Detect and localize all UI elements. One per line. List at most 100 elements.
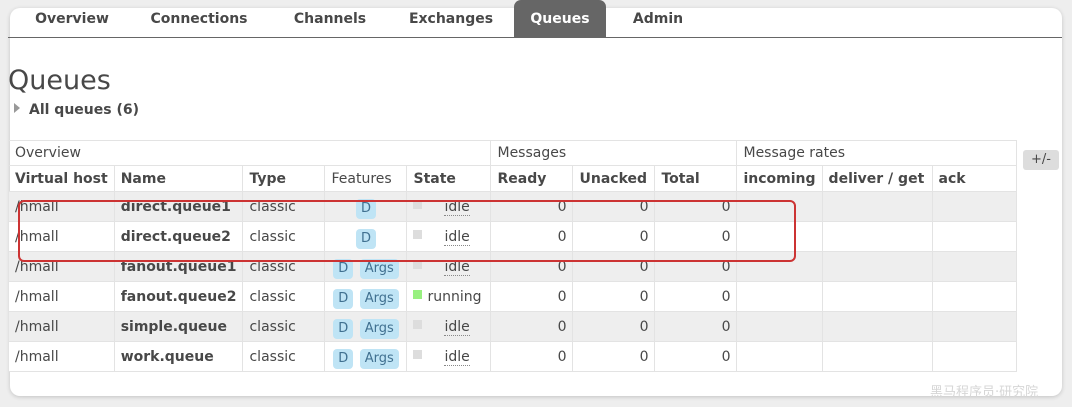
args-badge: Args — [359, 259, 399, 279]
vhost-cell: /hmall — [8, 191, 115, 222]
col-ack[interactable]: ack — [931, 165, 1017, 192]
unacked-cell: 0 — [572, 251, 656, 282]
expand-triangle-icon — [14, 103, 20, 113]
durable-badge: D — [333, 289, 354, 309]
unacked-cell: 0 — [572, 311, 656, 342]
queue-name-link[interactable]: work.queue — [113, 341, 244, 372]
state-cell: idle — [406, 251, 492, 282]
args-badge: Args — [359, 349, 399, 369]
args-badge: Args — [359, 289, 399, 309]
state-indicator-icon — [413, 199, 423, 209]
state-label: running — [427, 288, 482, 305]
group-overview: Overview — [7, 140, 492, 166]
ready-cell: 0 — [490, 281, 574, 312]
features-cell: D Args — [324, 251, 408, 282]
total-cell: 0 — [654, 251, 738, 282]
tab-exchanges[interactable]: Exchanges — [396, 0, 506, 37]
state-cell: idle — [406, 311, 492, 342]
toggle-columns-button[interactable]: +/- — [1023, 150, 1059, 170]
queue-name-link[interactable]: fanout.queue2 — [113, 281, 244, 312]
state-label: idle — [444, 198, 470, 216]
vhost-cell: /hmall — [8, 341, 115, 372]
page-title: Queues — [8, 65, 111, 96]
total-cell: 0 — [654, 221, 738, 252]
deliver-get-cell — [821, 251, 933, 282]
ready-cell: 0 — [490, 251, 574, 282]
col-ready[interactable]: Ready — [490, 165, 574, 192]
unacked-cell: 0 — [572, 191, 656, 222]
unacked-cell: 0 — [572, 341, 656, 372]
col-deliver-get[interactable]: deliver / get — [821, 165, 933, 192]
durable-badge: D — [333, 319, 354, 339]
table-row[interactable]: /hmall fanout.queue1 classic D Args idle… — [8, 251, 1017, 282]
total-cell: 0 — [654, 191, 738, 222]
queue-name-link[interactable]: simple.queue — [113, 311, 244, 342]
features-cell: D — [324, 221, 408, 252]
type-cell: classic — [242, 311, 326, 342]
ready-cell: 0 — [490, 221, 574, 252]
ack-cell — [931, 251, 1017, 282]
state-label: idle — [444, 228, 470, 246]
all-queues-toggle[interactable]: All queues (6) — [14, 101, 139, 119]
deliver-get-cell — [821, 221, 933, 252]
deliver-get-cell — [821, 191, 933, 222]
incoming-cell — [736, 281, 823, 312]
ready-cell: 0 — [490, 311, 574, 342]
state-indicator-icon — [413, 259, 423, 269]
features-cell: D Args — [324, 311, 408, 342]
type-cell: classic — [242, 191, 326, 222]
tab-connections[interactable]: Connections — [140, 0, 258, 37]
col-features: Features — [324, 165, 408, 192]
table-row[interactable]: /hmall direct.queue1 classic D idle 0 0 … — [8, 191, 1017, 222]
vhost-cell: /hmall — [8, 251, 115, 282]
col-incoming[interactable]: incoming — [736, 165, 823, 192]
col-name[interactable]: Name — [113, 165, 244, 192]
state-indicator-icon — [413, 229, 423, 239]
tab-channels[interactable]: Channels — [280, 0, 380, 37]
tab-admin[interactable]: Admin — [620, 0, 696, 37]
state-cell: idle — [406, 341, 492, 372]
all-queues-label: All queues (6) — [29, 102, 139, 118]
type-cell: classic — [242, 251, 326, 282]
incoming-cell — [736, 311, 823, 342]
incoming-cell — [736, 221, 823, 252]
table-row[interactable]: /hmall work.queue classic D Args idle 0 … — [8, 341, 1017, 372]
durable-badge: D — [355, 199, 376, 219]
vhost-cell: /hmall — [8, 221, 115, 252]
table-row[interactable]: /hmall simple.queue classic D Args idle … — [8, 311, 1017, 342]
table-row[interactable]: /hmall fanout.queue2 classic D Args runn… — [8, 281, 1017, 312]
unacked-cell: 0 — [572, 221, 656, 252]
col-type[interactable]: Type — [242, 165, 326, 192]
queue-name-link[interactable]: direct.queue1 — [113, 191, 244, 222]
ready-cell: 0 — [490, 341, 574, 372]
features-cell: D Args — [324, 281, 408, 312]
incoming-cell — [736, 341, 823, 372]
tab-overview[interactable]: Overview — [24, 0, 120, 37]
state-indicator-icon — [413, 349, 423, 359]
col-virtual-host[interactable]: Virtual host — [8, 165, 115, 192]
total-cell: 0 — [654, 341, 738, 372]
queue-name-link[interactable]: fanout.queue1 — [113, 251, 244, 282]
group-messages: Messages — [490, 140, 738, 166]
state-label: idle — [444, 318, 470, 336]
col-unacked[interactable]: Unacked — [572, 165, 656, 192]
deliver-get-cell — [821, 281, 933, 312]
state-cell: idle — [406, 191, 492, 222]
queue-name-link[interactable]: direct.queue2 — [113, 221, 244, 252]
table-row[interactable]: /hmall direct.queue2 classic D idle 0 0 … — [8, 221, 1017, 252]
type-cell: classic — [242, 221, 326, 252]
unacked-cell: 0 — [572, 281, 656, 312]
col-total[interactable]: Total — [654, 165, 738, 192]
nav-tabs: Overview Connections Channels Exchanges … — [8, 0, 1062, 38]
state-label: idle — [444, 348, 470, 366]
state-indicator-icon — [413, 319, 423, 329]
col-state[interactable]: State — [406, 165, 492, 192]
tab-queues[interactable]: Queues — [514, 0, 606, 37]
type-cell: classic — [242, 281, 326, 312]
state-cell: running — [406, 281, 492, 312]
type-cell: classic — [242, 341, 326, 372]
group-message-rates: Message rates — [736, 140, 1017, 166]
state-cell: idle — [406, 221, 492, 252]
vhost-cell: /hmall — [8, 281, 115, 312]
incoming-cell — [736, 251, 823, 282]
